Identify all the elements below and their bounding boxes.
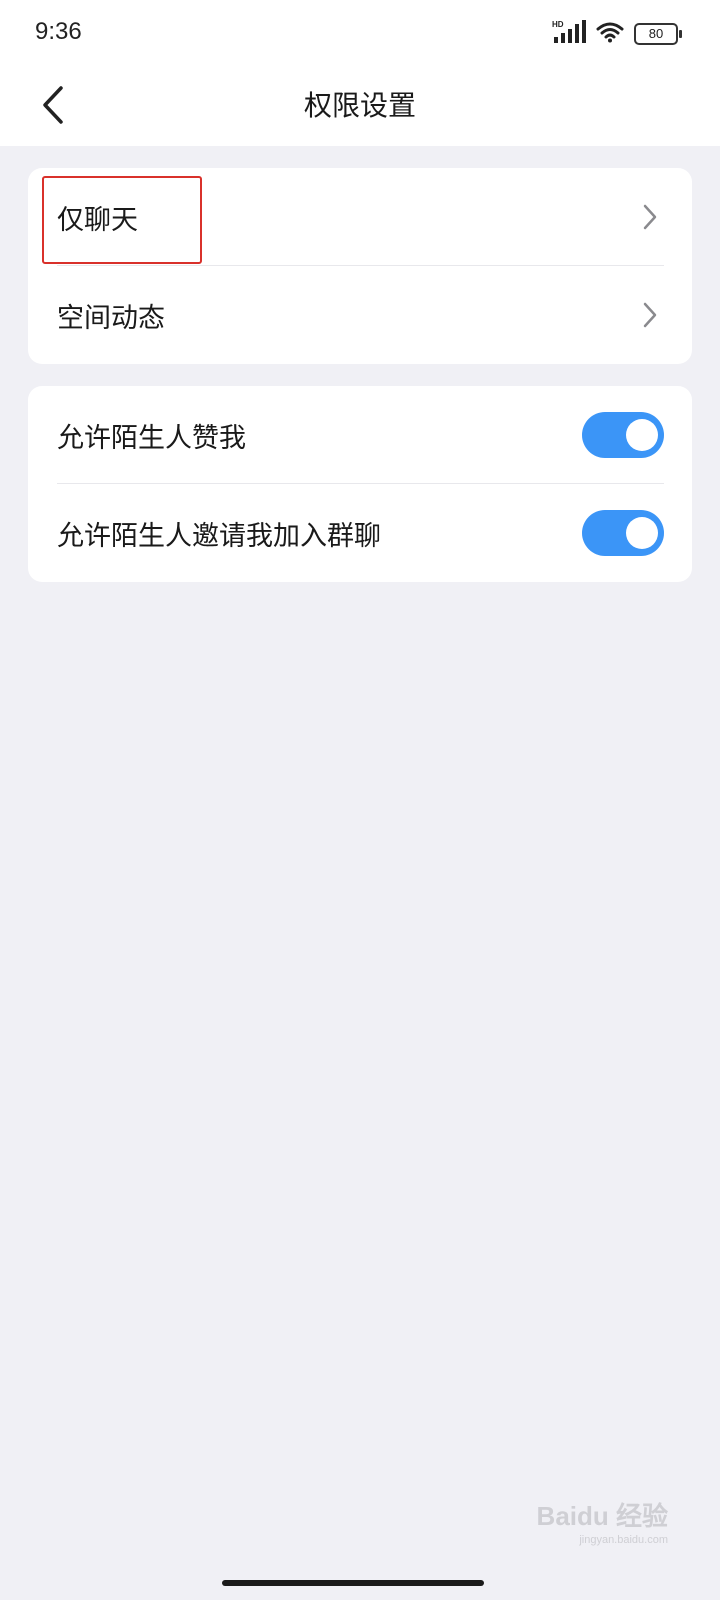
system-icons: HD 80 xyxy=(552,19,682,49)
allow-stranger-like-row: 允许陌生人赞我 xyxy=(28,386,692,484)
toggle-knob xyxy=(626,517,658,549)
allow-stranger-invite-row: 允许陌生人邀请我加入群聊 xyxy=(28,484,692,582)
status-time: 9:36 xyxy=(35,18,82,45)
status-bar: 9:36 HD 80 xyxy=(0,0,720,66)
chevron-right-icon xyxy=(643,204,657,230)
home-indicator[interactable] xyxy=(222,1580,484,1586)
allow-stranger-like-label: 允许陌生人赞我 xyxy=(57,423,246,454)
allow-stranger-like-toggle[interactable] xyxy=(582,412,664,458)
allow-stranger-invite-toggle[interactable] xyxy=(582,510,664,556)
watermark: Baidu 经验 xyxy=(536,1501,668,1531)
chat-only-row[interactable]: 仅聊天 xyxy=(28,168,692,266)
space-moments-row[interactable]: 空间动态 xyxy=(28,266,692,364)
wifi-icon xyxy=(596,21,624,47)
toggle-knob xyxy=(626,419,658,451)
page-title: 权限设置 xyxy=(303,89,416,122)
battery-icon: 80 xyxy=(634,23,682,45)
allow-stranger-invite-label: 允许陌生人邀请我加入群聊 xyxy=(57,521,381,552)
settings-group-chat: 仅聊天 空间动态 xyxy=(28,168,692,364)
nav-bar: 权限设置 xyxy=(0,66,720,146)
network-type: HD xyxy=(552,20,564,29)
space-moments-label: 空间动态 xyxy=(57,303,165,334)
settings-group-stranger: 允许陌生人赞我 允许陌生人邀请我加入群聊 xyxy=(28,386,692,582)
watermark-sub: jingyan.baidu.com xyxy=(579,1534,668,1546)
chevron-right-icon xyxy=(643,302,657,328)
chat-only-label: 仅聊天 xyxy=(57,205,138,236)
signal-icon: HD xyxy=(552,19,586,49)
